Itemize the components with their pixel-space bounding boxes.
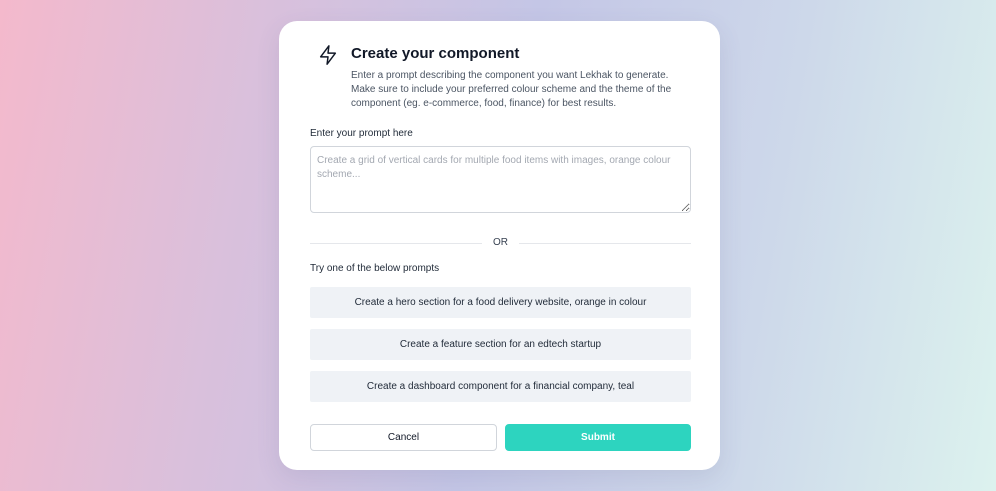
suggestion-button[interactable]: Create a feature section for an edtech s…: [310, 329, 691, 360]
suggestions-label: Try one of the below prompts: [310, 263, 440, 274]
prompt-label: Enter your prompt here: [310, 128, 413, 139]
modal-title: Create your component: [351, 45, 520, 62]
cancel-button[interactable]: Cancel: [310, 424, 497, 451]
bolt-icon: [317, 44, 339, 66]
suggestion-button[interactable]: Create a hero section for a food deliver…: [310, 287, 691, 318]
or-divider: OR: [310, 236, 691, 250]
suggestion-button[interactable]: Create a dashboard component for a finan…: [310, 371, 691, 402]
prompt-input[interactable]: [310, 146, 691, 213]
divider-line-right: [519, 243, 691, 244]
create-component-modal: Create your component Enter a prompt des…: [279, 21, 720, 470]
modal-description: Enter a prompt describing the component …: [351, 70, 672, 109]
submit-button[interactable]: Submit: [505, 424, 691, 451]
